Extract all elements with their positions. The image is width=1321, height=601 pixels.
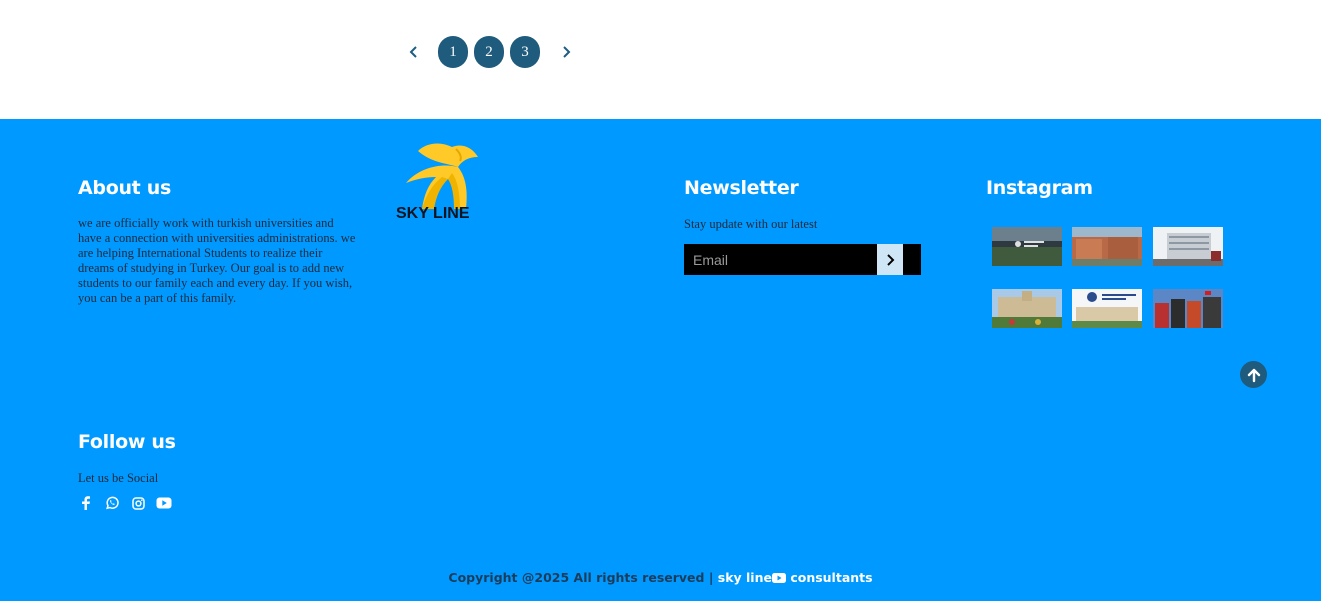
facebook-icon bbox=[82, 496, 90, 510]
whatsapp-link[interactable] bbox=[104, 495, 120, 511]
youtube-icon bbox=[771, 573, 786, 583]
page-1-button[interactable]: 1 bbox=[438, 36, 468, 68]
logo-text: SKY LINE bbox=[396, 205, 470, 222]
copyright-text: Copyright @2025 All rights reserved | bbox=[448, 570, 718, 585]
whatsapp-icon bbox=[106, 496, 119, 510]
follow-title: Follow us bbox=[78, 431, 176, 453]
newsletter-submit-button[interactable] bbox=[877, 244, 903, 275]
youtube-icon bbox=[156, 497, 172, 509]
instagram-thumb-3[interactable] bbox=[1153, 227, 1223, 266]
instagram-icon bbox=[131, 496, 145, 510]
scroll-to-top-button[interactable] bbox=[1240, 361, 1267, 388]
newsletter-title: Newsletter bbox=[684, 177, 799, 199]
instagram-thumb-5[interactable] bbox=[1072, 289, 1142, 328]
chevron-left-icon bbox=[409, 46, 417, 58]
chevron-right-icon bbox=[563, 46, 571, 58]
copyright: Copyright @2025 All rights reserved | sk… bbox=[0, 570, 1321, 585]
newsletter-email-input[interactable] bbox=[684, 244, 877, 275]
follow-subtitle: Let us be Social bbox=[78, 471, 159, 485]
instagram-thumb-6[interactable] bbox=[1153, 289, 1223, 328]
page-2-button[interactable]: 2 bbox=[474, 36, 504, 68]
youtube-link[interactable] bbox=[156, 495, 172, 511]
about-title: About us bbox=[78, 177, 172, 199]
pagination: 1 2 3 bbox=[400, 35, 580, 69]
newsletter-subtitle: Stay update with our latest bbox=[684, 217, 818, 231]
chevron-right-icon bbox=[887, 253, 895, 266]
arrow-up-icon bbox=[1247, 368, 1260, 382]
footer: About us we are officially work with tur… bbox=[0, 119, 1321, 601]
instagram-thumb-1[interactable] bbox=[992, 227, 1062, 266]
newsletter-form bbox=[684, 244, 921, 275]
prev-page-button[interactable] bbox=[400, 35, 428, 69]
instagram-link[interactable] bbox=[130, 495, 146, 511]
facebook-link[interactable] bbox=[78, 495, 94, 511]
instagram-title: Instagram bbox=[986, 177, 1093, 199]
next-page-button[interactable] bbox=[552, 35, 580, 69]
instagram-thumb-2[interactable] bbox=[1072, 227, 1142, 266]
social-links bbox=[78, 495, 172, 511]
page-3-button[interactable]: 3 bbox=[510, 36, 540, 68]
instagram-thumb-4[interactable] bbox=[992, 289, 1062, 328]
copyright-brand-a[interactable]: sky line bbox=[718, 570, 772, 585]
copyright-brand-b[interactable]: consultants bbox=[786, 570, 872, 585]
about-text: we are officially work with turkish univ… bbox=[78, 216, 356, 305]
